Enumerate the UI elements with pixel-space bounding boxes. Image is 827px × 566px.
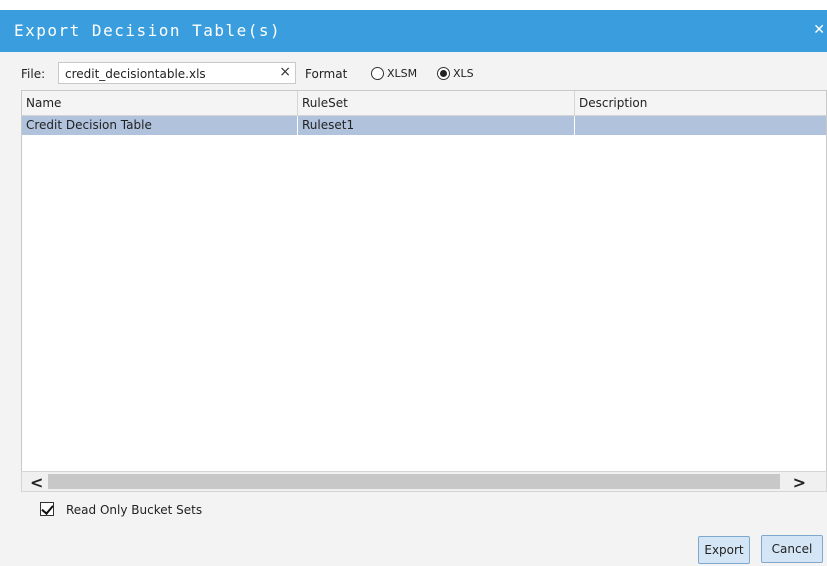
clear-icon[interactable]: × [279, 64, 291, 80]
file-field[interactable]: × [58, 62, 296, 84]
cell-ruleset: Ruleset1 [297, 116, 574, 135]
horizontal-scrollbar[interactable]: < > [21, 471, 827, 492]
xls-radio-label[interactable]: XLS [453, 67, 474, 80]
read-only-label[interactable]: Read Only Bucket Sets [66, 503, 202, 517]
file-input[interactable] [65, 66, 270, 81]
table-row[interactable]: Credit Decision Table Ruleset1 [22, 116, 826, 135]
column-header-ruleset[interactable]: RuleSet [297, 91, 574, 115]
xlsm-radio[interactable] [371, 67, 384, 80]
scroll-thumb[interactable] [48, 474, 780, 489]
column-header-description[interactable]: Description [574, 91, 827, 115]
format-label: Format [305, 67, 348, 81]
xlsm-radio-label[interactable]: XLSM [387, 67, 417, 80]
cell-description [574, 116, 827, 135]
read-only-checkbox[interactable] [40, 502, 54, 516]
decision-table-grid: Name RuleSet Description Credit Decision… [21, 90, 827, 472]
dialog-title: Export Decision Table(s) [14, 21, 282, 40]
xls-radio[interactable] [437, 67, 450, 80]
export-button[interactable]: Export [698, 536, 750, 564]
scroll-right-icon[interactable]: > [793, 473, 806, 492]
cancel-button[interactable]: Cancel [761, 535, 823, 563]
file-label: File: [21, 67, 46, 81]
column-header-name[interactable]: Name [22, 91, 297, 115]
grid-header: Name RuleSet Description [22, 91, 826, 116]
dialog-titlebar: Export Decision Table(s) ✕ [0, 10, 827, 52]
cell-name: Credit Decision Table [26, 118, 152, 132]
close-icon[interactable]: ✕ [813, 22, 825, 38]
scroll-left-icon[interactable]: < [30, 473, 43, 492]
